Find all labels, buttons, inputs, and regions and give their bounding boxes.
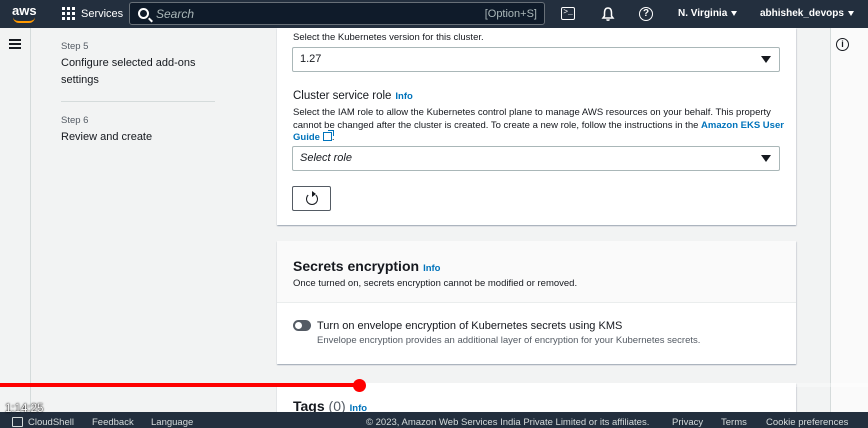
toggle-knob	[295, 322, 302, 329]
account-menu[interactable]: abhishek_devops	[760, 8, 854, 19]
eks-user-guide-link-cont[interactable]: Guide	[293, 132, 320, 143]
cluster-role-info-link[interactable]: Info	[395, 91, 412, 102]
video-timecode: 1:14:25	[5, 403, 44, 415]
cluster-service-role-label: Cluster service role	[293, 90, 392, 102]
search-shortcut-hint: [Option+S]	[484, 8, 537, 20]
feedback-link[interactable]: Feedback	[92, 417, 134, 428]
region-selector[interactable]: N. Virginia	[678, 8, 738, 19]
envelope-encryption-toggle[interactable]	[293, 320, 311, 331]
search-input[interactable]	[156, 6, 456, 22]
cluster-role-desc-line2: cannot be changed after the cluster is c…	[293, 119, 784, 131]
help-panel-rail	[830, 28, 868, 428]
caret-down-icon	[761, 155, 771, 162]
step-5-title-line1: Configure selected add-ons	[61, 57, 196, 69]
step-6-label: Step 6	[61, 115, 89, 126]
grid-icon	[62, 7, 75, 20]
left-rail-divider	[30, 28, 31, 428]
menu-icon[interactable]	[9, 39, 21, 49]
cluster-service-role-heading: Cluster service role Info	[293, 90, 413, 102]
kubernetes-version-hint: Select the Kubernetes version for this c…	[293, 32, 484, 43]
secrets-info-link[interactable]: Info	[423, 263, 440, 274]
kubernetes-version-select[interactable]: 1.27	[292, 47, 780, 72]
console-footer: CloudShell Feedback Language © 2023, Ama…	[0, 412, 868, 428]
eks-user-guide-link[interactable]: Amazon EKS User	[701, 120, 784, 131]
cluster-role-description: Select the IAM role to allow the Kuberne…	[293, 107, 788, 145]
envelope-encryption-description: Envelope encryption provides an addition…	[317, 335, 701, 346]
aws-smile-icon	[13, 17, 35, 23]
terms-link[interactable]: Terms	[721, 417, 747, 428]
search-bar[interactable]: [Option+S]	[129, 2, 545, 25]
cluster-role-desc-line1: Select the IAM role to allow the Kuberne…	[293, 107, 771, 118]
top-navigation-bar: aws Services [Option+S] >_ ? N. Virginia…	[0, 0, 868, 28]
cluster-role-placeholder: Select role	[300, 152, 352, 164]
help-icon[interactable]: ?	[639, 7, 653, 21]
chevron-down-icon	[847, 10, 854, 16]
cloudshell-link[interactable]: CloudShell	[28, 417, 74, 428]
envelope-encryption-label[interactable]: Turn on envelope encryption of Kubernete…	[317, 320, 622, 332]
step-5-title-line2: settings	[61, 74, 99, 86]
region-label: N. Virginia	[678, 8, 728, 19]
aws-logo-text: aws	[12, 3, 37, 18]
step-5-title[interactable]: Configure selected add-ons settings	[61, 55, 196, 89]
cloudshell-icon[interactable]: >_	[561, 7, 575, 20]
language-link[interactable]: Language	[151, 417, 193, 428]
info-panel-icon[interactable]: i	[836, 38, 849, 51]
caret-down-icon	[761, 56, 771, 63]
video-scrubber-handle[interactable]	[353, 379, 366, 392]
step-6-title[interactable]: Review and create	[61, 129, 152, 146]
bell-icon[interactable]	[600, 6, 616, 22]
cookie-preferences-link[interactable]: Cookie preferences	[766, 417, 848, 428]
services-label: Services	[81, 7, 124, 20]
cluster-role-desc-line3: Guide.	[293, 130, 335, 143]
privacy-link[interactable]: Privacy	[672, 417, 703, 428]
cloudshell-footer-icon[interactable]	[12, 417, 23, 427]
copyright-text: © 2023, Amazon Web Services India Privat…	[366, 417, 650, 428]
secrets-encryption-description: Once turned on, secrets encryption canno…	[293, 278, 578, 289]
video-progress-fill	[0, 383, 359, 387]
cluster-role-select[interactable]: Select role	[292, 146, 780, 171]
aws-logo[interactable]: aws	[11, 3, 41, 25]
step-5-label: Step 5	[61, 41, 89, 52]
account-label: abhishek_devops	[760, 8, 844, 19]
secrets-encryption-title: Secrets encryption	[293, 258, 420, 274]
refresh-roles-button[interactable]	[292, 186, 331, 211]
services-menu-button[interactable]: Services	[62, 7, 123, 20]
chevron-down-icon	[731, 10, 738, 16]
kubernetes-version-value: 1.27	[300, 53, 322, 65]
external-link-icon[interactable]	[322, 130, 334, 141]
search-icon	[138, 8, 149, 19]
refresh-arrow-head	[312, 191, 316, 197]
secrets-encryption-heading: Secrets encryption Info	[293, 258, 440, 274]
step-divider	[61, 101, 215, 102]
